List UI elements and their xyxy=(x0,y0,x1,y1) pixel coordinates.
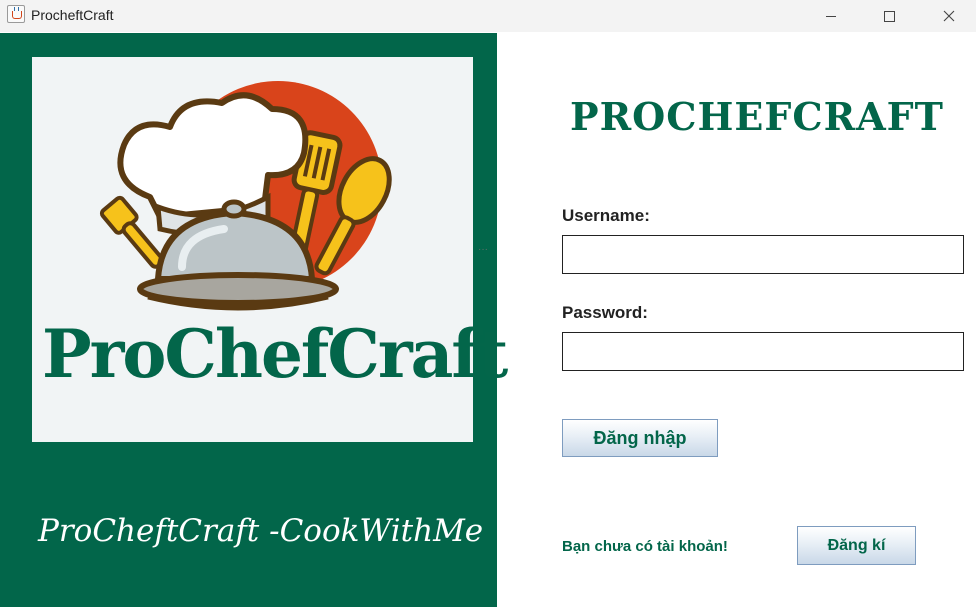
logo-image: ProChefCraft xyxy=(32,57,508,442)
split-pane-grip[interactable]: ··· xyxy=(478,245,490,255)
brand-title: PROCHEFCRAFT xyxy=(570,94,944,139)
close-icon xyxy=(943,10,955,22)
register-button[interactable]: Đăng kí xyxy=(797,526,916,565)
slogan-text: ProCheftCraft -CookWithMe xyxy=(38,513,484,549)
close-button[interactable] xyxy=(926,0,972,32)
minimize-button[interactable] xyxy=(808,0,854,32)
left-panel: ProChefCraft ··· ProCheftCraft -CookWith… xyxy=(0,33,508,607)
title-bar: ProcheftCraft xyxy=(0,0,976,32)
java-app-icon xyxy=(7,5,25,23)
password-input[interactable] xyxy=(562,332,964,371)
window-title: ProcheftCraft xyxy=(31,7,114,23)
username-label: Username: xyxy=(562,206,650,225)
chef-hat-cloche-icon xyxy=(99,81,392,311)
username-input[interactable] xyxy=(562,235,964,274)
maximize-icon xyxy=(883,10,895,22)
no-account-text: Bạn chưa có tài khoản! xyxy=(562,538,728,555)
maximize-button[interactable] xyxy=(866,0,912,32)
minimize-icon xyxy=(826,15,836,17)
password-label: Password: xyxy=(562,303,648,322)
logo-text: ProChefCraft xyxy=(42,315,508,393)
login-button[interactable]: Đăng nhập xyxy=(562,419,718,457)
